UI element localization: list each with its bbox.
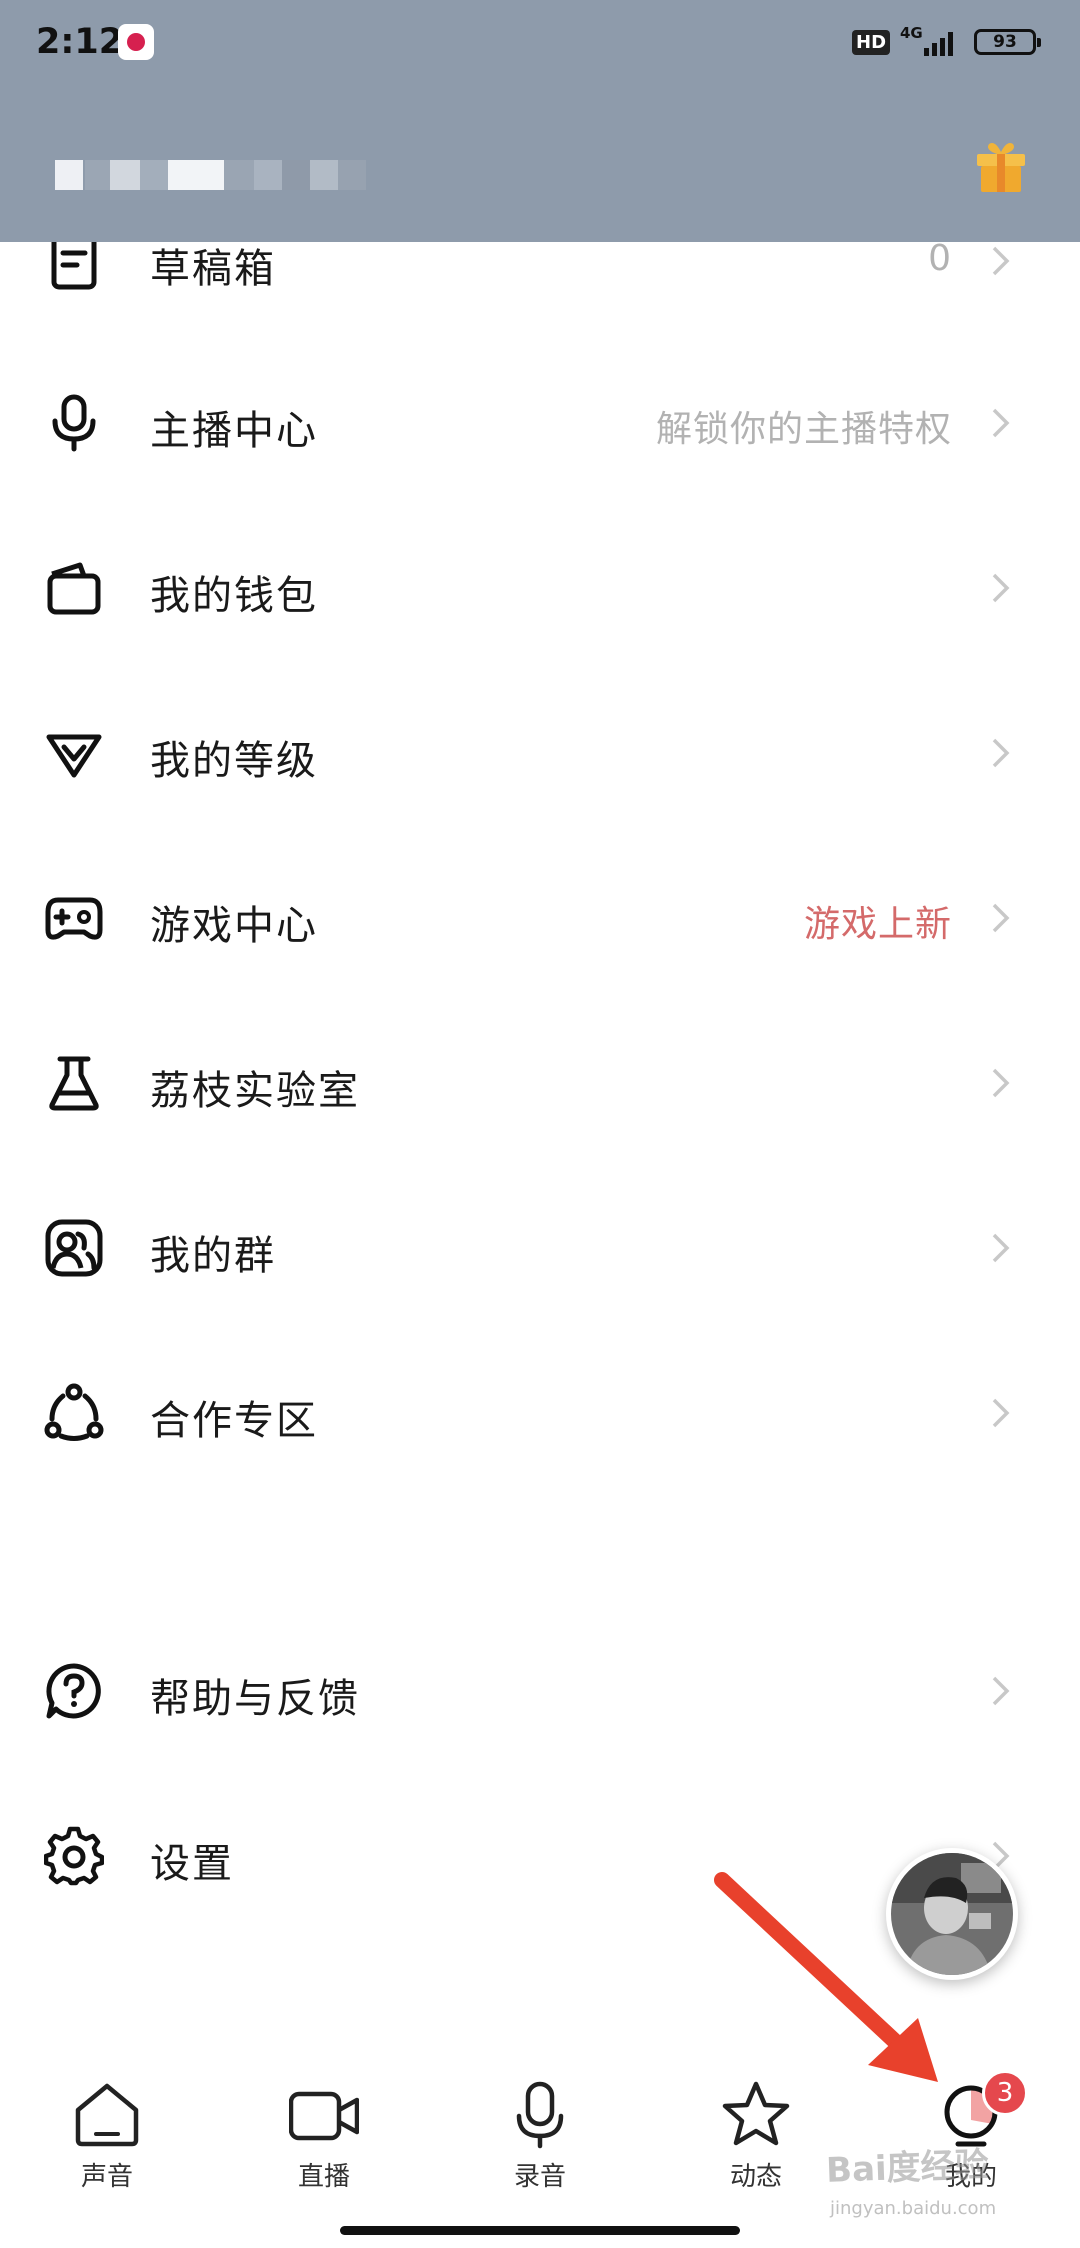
tab-record[interactable]: 录音	[470, 2060, 610, 2210]
status-time: 2:12	[36, 22, 124, 62]
menu-item-level[interactable]: 我的等级	[0, 692, 1080, 812]
blur-block	[282, 160, 310, 190]
group-icon	[45, 1219, 103, 1277]
gear-icon	[44, 1826, 104, 1886]
signal-bars-icon	[924, 32, 953, 56]
microphone-icon	[516, 2081, 564, 2149]
menu-item-label: 游戏中心	[150, 903, 318, 949]
menu-item-hint: 游戏上新	[803, 904, 952, 945]
menu-item-label: 帮助与反馈	[150, 1676, 360, 1722]
menu-item-lab[interactable]: 荔枝实验室	[0, 1022, 1080, 1142]
signal-icon: 4G	[900, 24, 960, 60]
level-diamond-icon	[46, 734, 102, 778]
chevron-right-icon	[992, 738, 1010, 768]
annotation-arrow	[714, 1872, 938, 2082]
blur-block	[224, 160, 254, 190]
tab-live[interactable]: 直播	[254, 2060, 394, 2210]
menu-item-label: 合作专区	[150, 1398, 318, 1444]
menu-item-label: 荔枝实验室	[150, 1068, 360, 1114]
menu-item-wallet[interactable]: 我的钱包	[0, 527, 1080, 647]
menu-item-my-groups[interactable]: 我的群	[0, 1187, 1080, 1307]
blur-block	[55, 160, 83, 190]
tab-label: 声音	[80, 2162, 133, 2192]
flask-icon	[49, 1056, 99, 1111]
chevron-right-icon	[992, 408, 1010, 438]
chevron-right-icon	[992, 246, 1010, 276]
chevron-right-icon	[992, 1676, 1010, 1706]
video-camera-icon	[289, 2091, 359, 2141]
blur-block	[85, 160, 110, 190]
help-icon	[46, 1663, 101, 1719]
menu-item-help[interactable]: 帮助与反馈	[0, 1630, 1080, 1750]
menu-item-anchor-center[interactable]: 主播中心 解锁你的主播特权	[0, 362, 1080, 482]
battery-indicator: 93	[974, 29, 1041, 55]
chevron-right-icon	[992, 1398, 1010, 1428]
menu-item-cooperation[interactable]: 合作专区	[0, 1352, 1080, 1472]
watermark-url: jingyan.baidu.com	[830, 2198, 997, 2219]
watermark-logo: Bai度经验	[825, 2145, 990, 2191]
blur-block	[338, 160, 366, 190]
network-label: 4G	[900, 24, 923, 42]
status-bar: 2:12 HD 4G 93	[0, 0, 1080, 90]
chevron-right-icon	[992, 1068, 1010, 1098]
menu-item-game-center[interactable]: 游戏中心 游戏上新	[0, 857, 1080, 977]
chevron-right-icon	[992, 903, 1010, 933]
wallet-icon	[47, 562, 101, 615]
app-notification-icon	[118, 24, 154, 60]
notification-badge: 3	[982, 2070, 1028, 2116]
chevron-right-icon	[992, 573, 1010, 603]
menu-item-hint: 解锁你的主播特权	[655, 409, 952, 450]
gift-icon[interactable]	[975, 138, 1027, 194]
tab-label: 直播	[297, 2162, 350, 2192]
home-indicator	[340, 2226, 740, 2235]
home-icon	[75, 2083, 139, 2147]
blur-block	[168, 160, 224, 190]
profile-header: 2:12 HD 4G 93	[0, 0, 1080, 242]
menu-item-label: 主播中心	[150, 408, 318, 454]
hd-badge: HD	[852, 30, 891, 55]
tab-label: 录音	[513, 2162, 566, 2192]
menu-item-label: 草稿箱	[150, 246, 276, 292]
microphone-icon	[52, 394, 96, 452]
menu-item-hint: 0	[928, 238, 952, 279]
menu-item-label: 我的钱包	[150, 573, 318, 619]
chevron-right-icon	[992, 1233, 1010, 1263]
menu-item-label: 我的群	[150, 1233, 276, 1279]
tab-label: 动态	[729, 2162, 782, 2192]
blur-block	[140, 160, 168, 190]
tab-sound[interactable]: 声音	[37, 2060, 177, 2210]
menu-item-label: 我的等级	[150, 738, 318, 784]
menu-item-label: 设置	[150, 1841, 234, 1887]
gamepad-icon	[45, 897, 103, 940]
blur-block	[310, 160, 338, 190]
cooperation-icon	[44, 1383, 104, 1441]
blur-block	[110, 160, 140, 190]
blur-block	[254, 160, 282, 190]
